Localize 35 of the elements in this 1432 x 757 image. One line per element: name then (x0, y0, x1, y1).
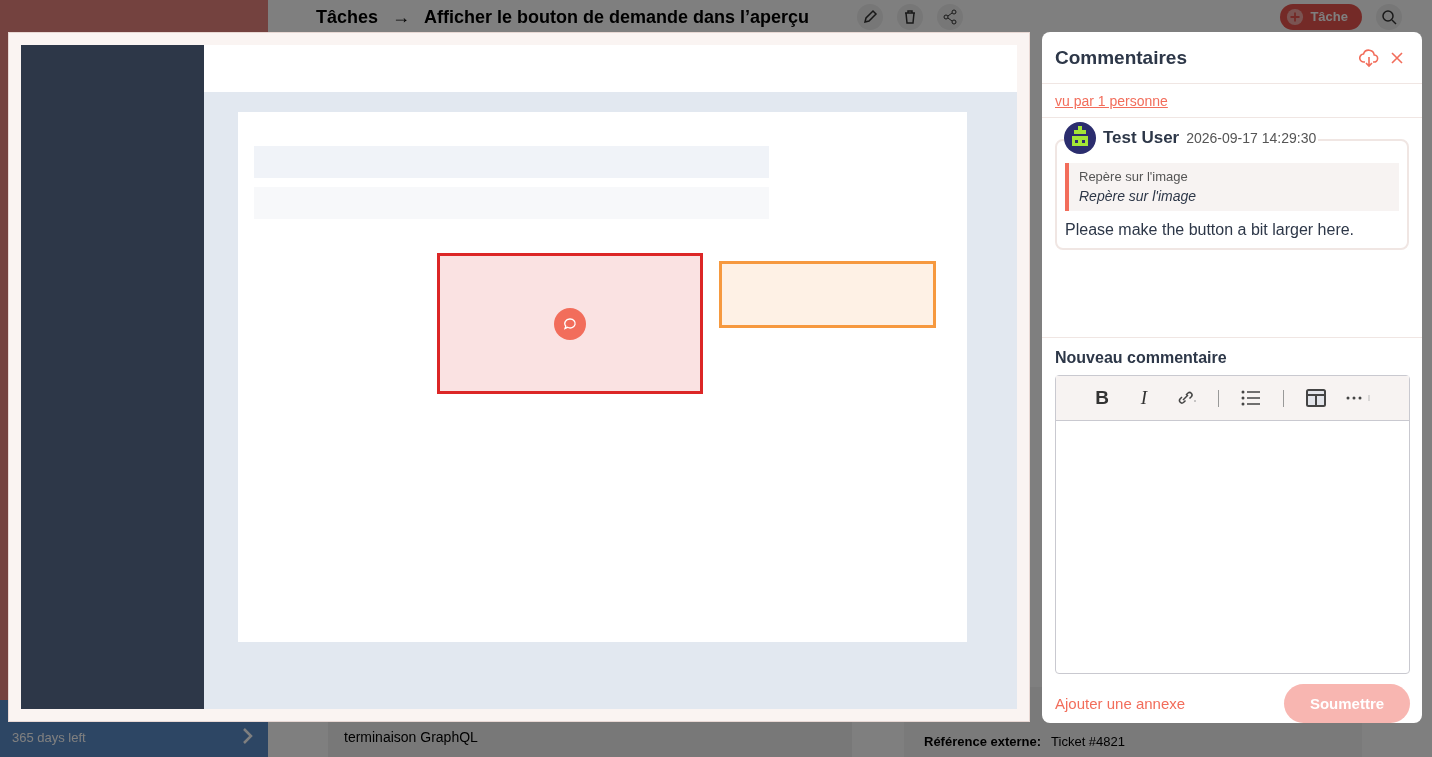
chat-bubble-icon (563, 316, 577, 331)
trial-days-left: 365 days left (12, 730, 86, 745)
task-title: Afficher le bouton de demande dans l’aperçu (424, 5, 810, 28)
breadcrumb-arrow: → (392, 5, 411, 28)
seen-by-link[interactable]: vu par 1 personne (1055, 93, 1168, 109)
new-comment-label: Nouveau commentaire (1054, 348, 1228, 368)
share-icon (942, 8, 959, 25)
add-attachment-link[interactable]: Ajouter une annexe (1055, 695, 1186, 712)
panel-title: Commentaires (1055, 46, 1188, 69)
avatar-icon (1064, 122, 1096, 154)
pencil-icon (862, 8, 879, 25)
breadcrumb-link[interactable]: Tâches (316, 5, 379, 28)
comment-marker[interactable] (554, 307, 586, 340)
comment-editor[interactable]: B I (1055, 375, 1410, 674)
list-icon (1241, 390, 1261, 406)
comment-text: Please make the button a bit larger here. (1065, 221, 1356, 239)
table-cell: terminaison GraphQL (344, 729, 478, 745)
search-button[interactable] (1376, 3, 1402, 30)
comment-timestamp: 2026-09-17 14:29:30 (1186, 130, 1317, 146)
search-icon (1381, 8, 1397, 25)
chevron-right-icon[interactable] (242, 727, 254, 745)
field-label: Référence externe: (924, 734, 1042, 749)
ellipsis-icon (1345, 393, 1371, 403)
edit-button[interactable] (857, 3, 884, 30)
bold-button[interactable]: B (1086, 382, 1118, 414)
comment-author: Test User (1103, 128, 1180, 148)
annotation-box[interactable] (437, 253, 703, 394)
quote-text: Repère sur l'image (1079, 188, 1198, 204)
table-icon (1306, 389, 1326, 407)
field-value: Ticket #4821 (1051, 734, 1125, 749)
italic-button[interactable]: I (1128, 382, 1160, 414)
share-button[interactable] (937, 3, 964, 30)
plus-icon (1286, 7, 1305, 26)
delete-button[interactable] (897, 3, 924, 30)
quote-label: Repère sur l'image (1079, 169, 1189, 184)
